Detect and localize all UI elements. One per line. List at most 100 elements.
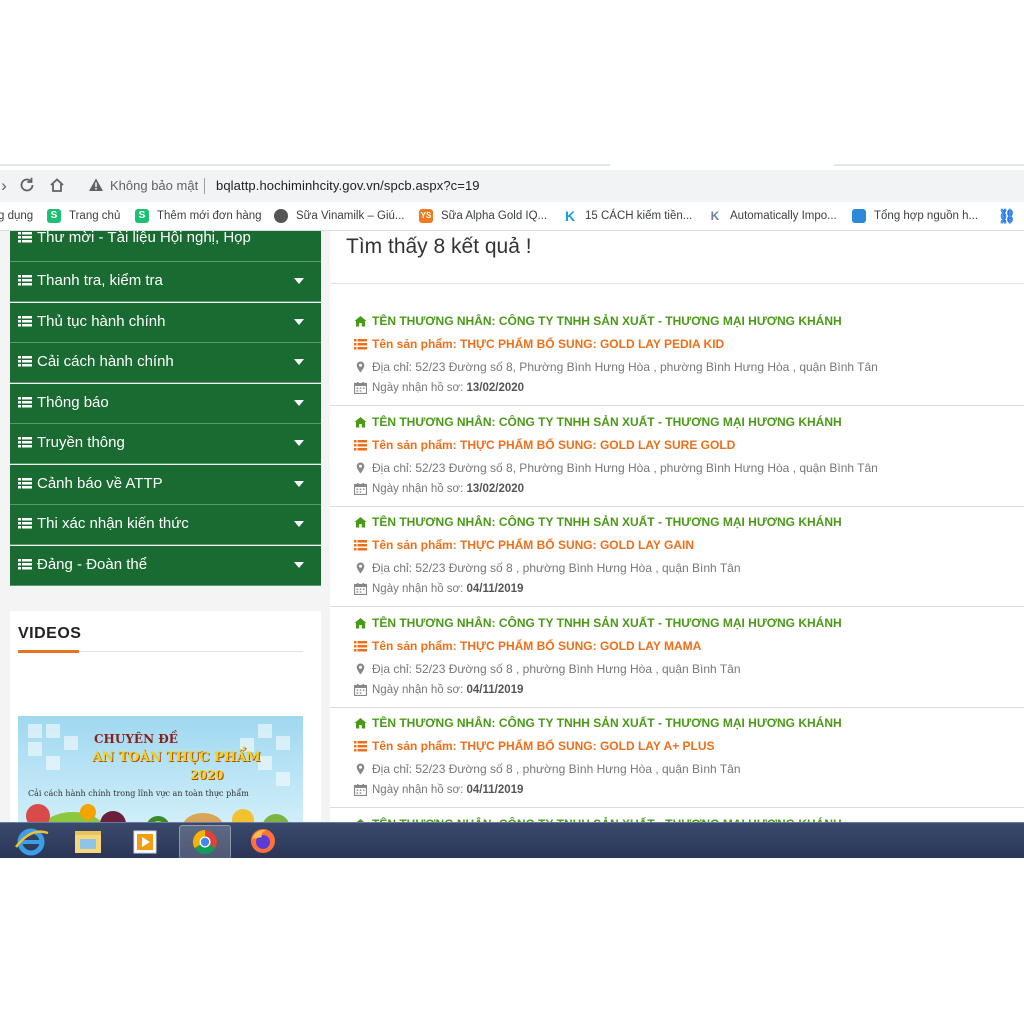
date-line: Ngày nhận hồ sơ: 04/11/2019 — [354, 583, 523, 595]
product-line[interactable]: Tên sản phẩm: THỰC PHẨM BỔ SUNG: GOLD LA… — [354, 538, 694, 552]
url-text[interactable]: bqlattp.hochiminhcity.gov.vn/spcb.aspx?c… — [216, 178, 480, 193]
record-item[interactable]: TÊN THƯƠNG NHÂN: CÔNG TY TNHH SẢN XUẤT -… — [330, 707, 1024, 808]
menu-item-thu-moi[interactable]: Thư mời - Tài liệu Hội nghị, Họp — [10, 231, 321, 262]
menu-item-canh-bao[interactable]: Cảnh báo về ATTP — [10, 465, 321, 505]
address-text: Địa chỉ: 52/23 Đường số 8 , phường Bình … — [372, 662, 741, 676]
merchant-line[interactable]: TÊN THƯƠNG NHÂN: CÔNG TY TNHH SẢN XUẤT -… — [354, 515, 842, 529]
caret-down-icon[interactable] — [294, 278, 304, 284]
bookmark-sua-alpha-gold[interactable]: YS Sữa Alpha Gold IQ... — [419, 208, 547, 224]
caret-down-icon[interactable] — [294, 359, 304, 365]
caret-down-icon[interactable] — [294, 440, 304, 446]
merchant-line[interactable]: TÊN THƯƠNG NHÂN: CÔNG TY TNHH SẢN XUẤT -… — [354, 716, 842, 730]
bookmark-apps[interactable]: g dụng — [0, 208, 33, 224]
internet-explorer-icon[interactable] — [6, 825, 56, 857]
menu-item-thi-xac-nhan[interactable]: Thi xác nhận kiến thức — [10, 505, 321, 545]
address-line: Địa chỉ: 52/23 Đường số 8 , phường Bình … — [354, 561, 741, 575]
menu-item-truyen-thong[interactable]: Truyền thông — [10, 424, 321, 464]
date-label: Ngày nhận hồ sơ: — [372, 382, 464, 394]
bookmark-label: Automatically Impo... — [730, 210, 837, 222]
merchant-line[interactable]: TÊN THƯƠNG NHÂN: CÔNG TY TNHH SẢN XUẤT -… — [354, 314, 842, 328]
address-line: Địa chỉ: 52/23 Đường số 8, Phường Bình H… — [354, 461, 878, 475]
thumbnail-line1: CHUYÊN ĐỀ — [94, 732, 178, 746]
home-icon[interactable] — [47, 176, 67, 196]
media-player-icon[interactable] — [120, 825, 170, 857]
merchant-line[interactable]: TÊN THƯƠNG NHÂN: CÔNG TY TNHH SẢN XUẤT -… — [354, 415, 842, 429]
caret-down-icon[interactable] — [294, 521, 304, 527]
home-icon — [354, 718, 367, 729]
list-icon — [354, 540, 367, 551]
bookmark-label: 15 CÁCH kiếm tiền... — [585, 210, 693, 222]
caret-down-icon[interactable] — [294, 400, 304, 406]
product-name: Tên sản phẩm: THỰC PHẨM BỔ SUNG: GOLD LA… — [372, 639, 702, 653]
security-label[interactable]: Không bảo mật — [110, 178, 198, 193]
record-item[interactable]: TÊN THƯƠNG NHÂN: CÔNG TY TNHH SẢN XUẤT -… — [330, 305, 1024, 406]
address-text: Địa chỉ: 52/23 Đường số 8 , phường Bình … — [372, 561, 741, 575]
bookmark-label: Trang chủ — [69, 210, 121, 222]
calendar-icon — [354, 583, 367, 595]
video-thumbnail[interactable]: CHUYÊN ĐỀ AN TOÀN THỰC PHẨM 2020 Cải các… — [18, 716, 303, 823]
calendar-icon — [354, 483, 367, 495]
home-icon — [354, 517, 367, 528]
menu-item-cai-cach[interactable]: Cải cách hành chính — [10, 343, 321, 383]
firefox-icon[interactable] — [238, 825, 288, 857]
date-label: Ngày nhận hồ sơ: — [372, 483, 464, 495]
warning-icon[interactable] — [88, 177, 104, 193]
product-name: Tên sản phẩm: THỰC PHẨM BỔ SUNG: GOLD LA… — [372, 337, 725, 351]
address-line: Địa chỉ: 52/23 Đường số 8, Phường Bình H… — [354, 360, 878, 374]
caret-down-icon[interactable] — [294, 562, 304, 568]
product-line[interactable]: Tên sản phẩm: THỰC PHẨM BỔ SUNG: GOLD LA… — [354, 739, 715, 753]
calendar-icon — [354, 784, 367, 796]
menu-item-thu-tuc[interactable]: Thủ tục hành chính — [10, 303, 321, 343]
caret-down-icon[interactable] — [294, 319, 304, 325]
reload-icon[interactable] — [17, 176, 37, 196]
bookmark-15-cach[interactable]: K 15 CÁCH kiếm tiền... — [563, 208, 692, 224]
record-item[interactable]: TÊN THƯƠNG NHÂN: CÔNG TY TNHH SẢN XUẤT -… — [330, 808, 1024, 823]
menu-label: Thanh tra, kiểm tra — [37, 272, 163, 289]
bookmark-label: g dụng — [0, 210, 34, 222]
bookmark-trang-chu[interactable]: S Trang chủ — [47, 208, 120, 224]
address-text: Địa chỉ: 52/23 Đường số 8 , phường Bình … — [372, 762, 741, 776]
tab-strip — [0, 160, 1024, 170]
menu-label: Thông báo — [37, 394, 109, 411]
list-icon — [18, 437, 32, 448]
calendar-icon — [354, 684, 367, 696]
menu-label: Thủ tục hành chính — [37, 313, 166, 330]
record-item[interactable]: TÊN THƯƠNG NHÂN: CÔNG TY TNHH SẢN XUẤT -… — [330, 406, 1024, 507]
bookmark-sua-vinamilk[interactable]: Sữa Vinamilk – Giú... — [274, 208, 404, 224]
forward-icon[interactable]: › — [0, 176, 14, 196]
date-line: Ngày nhận hồ sơ: 13/02/2020 — [354, 382, 524, 394]
menu-item-dang-doan-the[interactable]: Đảng - Đoàn thể — [10, 546, 321, 586]
screenshot-frame: › Không bảo mật bqlattp.hochiminhcity.go… — [0, 160, 1024, 858]
date-line: Ngày nhận hồ sơ: 04/11/2019 — [354, 684, 523, 696]
caret-down-icon[interactable] — [294, 481, 304, 487]
home-icon — [354, 417, 367, 428]
product-line[interactable]: Tên sản phẩm: THỰC PHẨM BỔ SUNG: GOLD LA… — [354, 438, 735, 452]
record-item[interactable]: TÊN THƯƠNG NHÂN: CÔNG TY TNHH SẢN XUẤT -… — [330, 506, 1024, 607]
product-line[interactable]: Tên sản phẩm: THỰC PHẨM BỔ SUNG: GOLD LA… — [354, 639, 701, 653]
bookmark-them-moi-don-hang[interactable]: S Thêm mới đơn hàng — [135, 208, 262, 224]
bookmark-label: Sữa Alpha Gold IQ... — [441, 210, 548, 222]
merchant-name: TÊN THƯƠNG NHÂN: CÔNG TY TNHH SẢN XUẤT -… — [372, 415, 842, 429]
list-icon — [354, 641, 367, 652]
date-value: 04/11/2019 — [466, 684, 524, 696]
bookmark-link[interactable]: ⛓ — [998, 208, 1020, 224]
chrome-icon[interactable] — [179, 825, 231, 858]
home-icon — [354, 618, 367, 629]
list-icon — [354, 741, 367, 752]
date-label: Ngày nhận hồ sơ: — [372, 784, 464, 796]
calendar-icon — [354, 382, 367, 394]
date-value: 04/11/2019 — [466, 583, 524, 595]
merchant-name: TÊN THƯƠNG NHÂN: CÔNG TY TNHH SẢN XUẤT -… — [372, 314, 842, 328]
date-line: Ngày nhận hồ sơ: 13/02/2020 — [354, 483, 524, 495]
menu-item-thong-bao[interactable]: Thông báo — [10, 384, 321, 424]
menu-item-thanh-tra[interactable]: Thanh tra, kiểm tra — [10, 262, 321, 302]
record-item[interactable]: TÊN THƯƠNG NHÂN: CÔNG TY TNHH SẢN XUẤT -… — [330, 607, 1024, 708]
bookmark-tong-hop[interactable]: Tổng hợp nguồn h... — [852, 208, 978, 224]
product-line[interactable]: Tên sản phẩm: THỰC PHẨM BỔ SUNG: GOLD LA… — [354, 337, 724, 351]
bookmark-automatically-impo[interactable]: K Automatically Impo... — [708, 208, 837, 224]
menu-label: Thư mời - Tài liệu Hội nghị, Họp — [37, 231, 251, 246]
merchant-line[interactable]: TÊN THƯƠNG NHÂN: CÔNG TY TNHH SẢN XUẤT -… — [354, 616, 842, 630]
omnibox[interactable]: Không bảo mật bqlattp.hochiminhcity.gov.… — [78, 173, 1024, 199]
file-explorer-icon[interactable] — [63, 825, 113, 857]
date-value: 13/02/2020 — [466, 483, 525, 495]
